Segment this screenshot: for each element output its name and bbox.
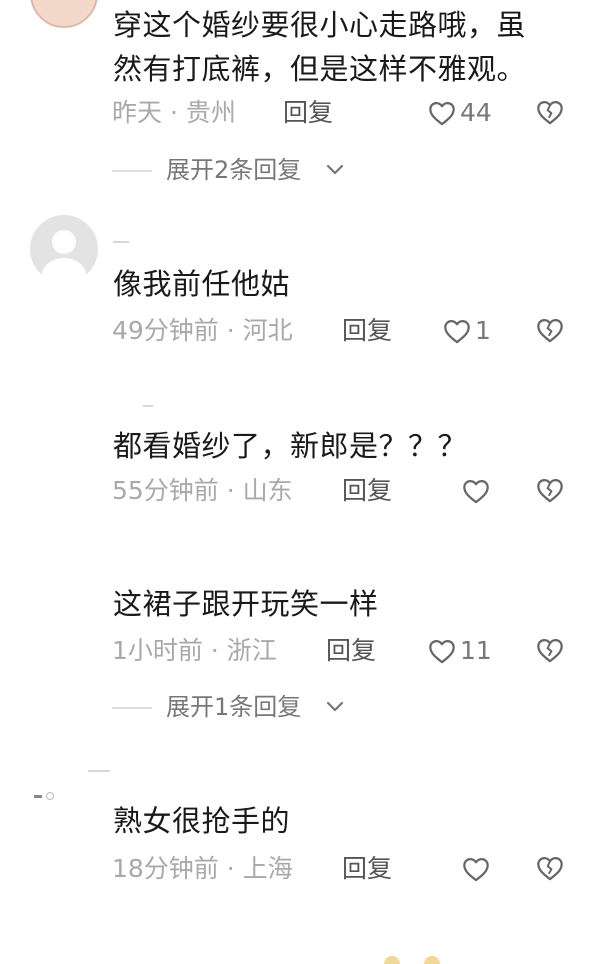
user-avatar[interactable] <box>30 0 98 28</box>
heart-outline-icon <box>429 639 455 664</box>
comment-location: 贵州 <box>185 98 236 127</box>
comment-meta: 昨天 · 贵州 <box>112 98 236 128</box>
comment-meta: 49分钟前 · 河北 <box>112 316 293 346</box>
comment-time: 昨天 <box>112 98 163 127</box>
dislike-button[interactable] <box>536 317 566 347</box>
avatar-body <box>42 258 86 283</box>
broken-heart-icon <box>537 100 563 125</box>
username-placeholder <box>88 770 110 772</box>
like-button[interactable]: 1 <box>443 315 523 347</box>
chevron-down-icon <box>326 164 344 175</box>
comment-time: 1小时前 <box>112 636 203 665</box>
user-avatar[interactable] <box>384 956 400 964</box>
avatar-placeholder <box>46 792 54 800</box>
comment-time: 55分钟前 <box>112 476 219 505</box>
broken-heart-icon <box>537 478 563 503</box>
like-button[interactable] <box>462 853 542 885</box>
expand-replies-label: 展开2条回复 <box>166 156 302 184</box>
dislike-button[interactable] <box>536 477 566 507</box>
like-button[interactable] <box>462 475 542 507</box>
like-button[interactable]: 44 <box>428 97 508 129</box>
dislike-button[interactable] <box>536 637 566 667</box>
dislike-button[interactable] <box>536 99 566 129</box>
expand-replies-label: 展开1条回复 <box>166 693 302 721</box>
user-avatar[interactable] <box>424 956 440 964</box>
like-button[interactable]: 11 <box>428 635 508 667</box>
meta-separator: · <box>226 854 235 883</box>
comment-meta: 18分钟前 · 上海 <box>112 854 293 884</box>
reply-button[interactable]: 回复 <box>342 476 392 506</box>
meta-separator: · <box>226 476 235 505</box>
comment-text-line: 然有打底裤，但是这样不雅观。 <box>113 52 527 86</box>
broken-heart-icon <box>537 638 563 663</box>
comment-text-line: 穿这个婚纱要很小心走路哦，虽 <box>113 8 527 42</box>
comment-text: 这裙子跟开玩笑一样 <box>113 587 379 621</box>
comment-time: 18分钟前 <box>112 854 219 883</box>
heart-outline-icon <box>463 857 489 882</box>
meta-separator: · <box>210 636 219 665</box>
comment-text: 熟女很抢手的 <box>113 804 291 838</box>
broken-heart-icon <box>537 856 563 881</box>
comment-time: 49分钟前 <box>112 316 219 345</box>
heart-outline-icon <box>444 319 470 344</box>
expand-divider <box>112 170 152 172</box>
comment-location: 河北 <box>242 316 293 345</box>
comment-location: 山东 <box>242 476 293 505</box>
heart-outline-icon <box>429 101 455 126</box>
broken-heart-icon <box>537 318 563 343</box>
chevron-down-icon <box>326 701 344 712</box>
username-placeholder <box>113 241 129 243</box>
comment-text: 都看婚纱了，新郎是？？？ <box>113 429 468 463</box>
reply-button[interactable]: 回复 <box>326 636 376 666</box>
username-placeholder <box>143 405 153 407</box>
heart-outline-icon <box>463 479 489 504</box>
comment-meta: 1小时前 · 浙江 <box>112 636 277 666</box>
comment-location: 上海 <box>242 854 293 883</box>
like-count: 1 <box>475 316 491 345</box>
user-avatar[interactable] <box>30 215 98 283</box>
comment-location: 浙江 <box>226 636 277 665</box>
meta-separator: · <box>169 98 178 127</box>
reply-button[interactable]: 回复 <box>342 854 392 884</box>
comment-text: 像我前任他姑 <box>113 267 291 301</box>
comment-text: 穿这个婚纱要很小心走路哦，虽 然有打底裤，但是这样不雅观。 <box>113 3 526 91</box>
reply-button[interactable]: 回复 <box>283 98 333 128</box>
like-count: 44 <box>460 98 492 127</box>
reply-button[interactable]: 回复 <box>342 316 392 346</box>
expand-divider <box>112 707 152 709</box>
dislike-button[interactable] <box>536 855 566 885</box>
meta-separator: · <box>226 316 235 345</box>
comment-meta: 55分钟前 · 山东 <box>112 476 293 506</box>
avatar-head <box>52 230 76 254</box>
avatar-placeholder <box>34 795 42 798</box>
like-count: 11 <box>460 636 492 665</box>
